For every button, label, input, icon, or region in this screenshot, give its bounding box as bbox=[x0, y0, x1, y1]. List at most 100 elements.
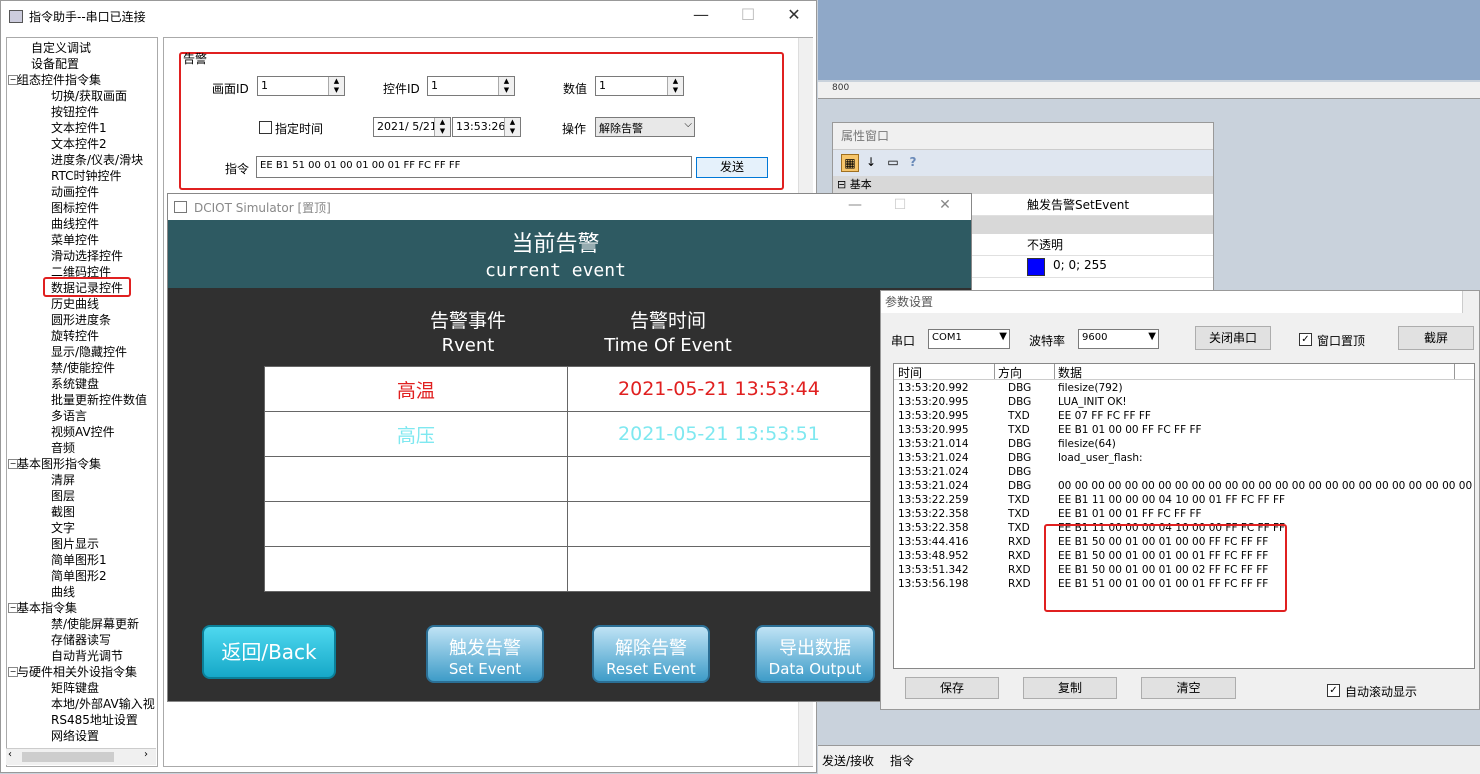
back-button[interactable]: 返回/Back bbox=[202, 625, 336, 679]
tree-item[interactable]: 图片显示 bbox=[51, 536, 99, 552]
col-dir-header[interactable]: 方向 bbox=[998, 364, 1022, 381]
tree-item[interactable]: 视频AV控件 bbox=[51, 424, 115, 440]
minimize-button[interactable]: — bbox=[686, 5, 716, 24]
simulator-minimize-button[interactable]: — bbox=[840, 197, 870, 213]
spin-up-icon[interactable]: ▲ bbox=[505, 118, 520, 127]
log-row[interactable]: 13:53:20.995 DBG LUA_INIT OK! bbox=[894, 396, 1474, 410]
tree-item[interactable]: 基本指令集 bbox=[17, 600, 77, 616]
operation-select[interactable]: 解除告警 ⌵ bbox=[595, 117, 695, 137]
tree-item[interactable]: 图层 bbox=[51, 488, 75, 504]
autoscroll-checkbox[interactable]: ✓ bbox=[1327, 684, 1340, 697]
log-row[interactable]: 13:53:20.995 TXD EE 07 FF FC FF FF bbox=[894, 410, 1474, 424]
tree-item[interactable]: 设备配置 bbox=[31, 56, 79, 72]
status-send-recv[interactable]: 发送/接收 bbox=[822, 752, 874, 769]
tree-item[interactable]: 菜单控件 bbox=[51, 232, 99, 248]
tree-item[interactable]: 历史曲线 bbox=[51, 296, 99, 312]
value-spinner[interactable]: 1 ▲ ▼ bbox=[595, 76, 684, 96]
send-button[interactable]: 发送 bbox=[696, 157, 768, 178]
maximize-button[interactable]: ☐ bbox=[733, 5, 763, 24]
spin-down-icon[interactable]: ▼ bbox=[435, 127, 450, 136]
tree-horizontal-scrollbar[interactable]: ‹ › bbox=[6, 748, 156, 765]
time-picker[interactable]: 13:53:26 ▲ ▼ bbox=[452, 117, 521, 137]
help-icon[interactable]: ? bbox=[905, 154, 921, 170]
baud-select[interactable]: 9600 ▼ bbox=[1078, 329, 1159, 349]
reset-event-button[interactable]: 解除告警 Reset Event bbox=[592, 625, 710, 683]
tree-item[interactable]: 文本控件2 bbox=[51, 136, 107, 152]
tree-item[interactable]: 进度条/仪表/滑块 bbox=[51, 152, 143, 168]
spin-up-icon[interactable]: ▲ bbox=[435, 118, 450, 127]
tree-item[interactable]: 简单图形2 bbox=[51, 568, 107, 584]
tree-item[interactable]: 按钮控件 bbox=[51, 104, 99, 120]
port-select[interactable]: COM1 ▼ bbox=[928, 329, 1010, 349]
tree-item[interactable]: 组态控件指令集 bbox=[17, 72, 101, 88]
categorized-icon[interactable]: ▦ bbox=[841, 154, 859, 172]
clear-button[interactable]: 清空 bbox=[1141, 677, 1236, 699]
tree-item[interactable]: 多语言 bbox=[51, 408, 87, 424]
copy-button[interactable]: 复制 bbox=[1023, 677, 1117, 699]
spin-up-icon[interactable]: ▲ bbox=[329, 77, 344, 86]
tree-item[interactable]: 基本图形指令集 bbox=[17, 456, 101, 472]
close-button[interactable]: ✕ bbox=[779, 5, 809, 24]
tree-item[interactable]: 曲线控件 bbox=[51, 216, 99, 232]
export-data-button[interactable]: 导出数据 Data Output bbox=[755, 625, 875, 683]
tree-item[interactable]: 本地/外部AV输入视 bbox=[51, 696, 155, 712]
spin-up-icon[interactable]: ▲ bbox=[499, 77, 514, 86]
tree-item[interactable]: 禁/使能控件 bbox=[51, 360, 115, 376]
tree-item[interactable]: 文字 bbox=[51, 520, 75, 536]
tree-item[interactable]: 系统键盘 bbox=[51, 376, 99, 392]
date-picker[interactable]: 2021/ 5/21 ▲ ▼ bbox=[373, 117, 451, 137]
tree-item[interactable]: 圆形进度条 bbox=[51, 312, 111, 328]
specify-time-checkbox[interactable] bbox=[259, 121, 272, 134]
spin-down-icon[interactable]: ▼ bbox=[505, 127, 520, 136]
tree-item[interactable]: 批量更新控件数值 bbox=[51, 392, 147, 408]
screenshot-button[interactable]: 截屏 bbox=[1398, 326, 1474, 350]
tree-item[interactable]: 矩阵键盘 bbox=[51, 680, 99, 696]
spin-down-icon[interactable]: ▼ bbox=[329, 86, 344, 95]
spin-down-icon[interactable]: ▼ bbox=[499, 86, 514, 95]
tree-item[interactable]: 文本控件1 bbox=[51, 120, 107, 136]
tree-item[interactable]: 旋转控件 bbox=[51, 328, 99, 344]
section-basic[interactable]: ⊟ 基本 bbox=[833, 176, 1213, 194]
tree-item[interactable]: 切换/获取画面 bbox=[51, 88, 127, 104]
log-list[interactable]: 时间 方向 数据 13:53:20.992 DBG filesize(792) 13:… bbox=[893, 363, 1475, 669]
property-pages-icon[interactable]: ▭ bbox=[885, 154, 901, 170]
sort-az-icon[interactable]: ↓ bbox=[863, 154, 879, 170]
log-row[interactable]: 13:53:21.024 DBG 00 00 00 00 00 00 00 00 0… bbox=[894, 480, 1474, 494]
log-row[interactable]: 13:53:20.992 DBG filesize(792) bbox=[894, 382, 1474, 396]
save-button[interactable]: 保存 bbox=[905, 677, 999, 699]
simulator-maximize-button[interactable]: ☐ bbox=[885, 197, 915, 213]
tree-item[interactable]: 显示/隐藏控件 bbox=[51, 344, 127, 360]
set-event-button[interactable]: 触发告警 Set Event bbox=[426, 625, 544, 683]
tree-item[interactable]: 存储器读写 bbox=[51, 632, 111, 648]
tree-item[interactable]: 网络设置 bbox=[51, 728, 99, 744]
command-input[interactable]: EE B1 51 00 01 00 01 00 01 FF FC FF FF bbox=[256, 156, 692, 178]
param-window-scroll[interactable] bbox=[1462, 291, 1479, 313]
screen-id-spinner[interactable]: 1 ▲ ▼ bbox=[257, 76, 345, 96]
log-row[interactable]: 13:53:21.014 DBG filesize(64) bbox=[894, 438, 1474, 452]
log-row[interactable]: 13:53:22.358 TXD EE B1 01 00 01 FF FC FF F… bbox=[894, 508, 1474, 522]
log-row[interactable]: 13:53:22.259 TXD EE B1 11 00 00 00 04 10 0… bbox=[894, 494, 1474, 508]
tree-item[interactable]: 自动背光调节 bbox=[51, 648, 123, 664]
log-row[interactable]: 13:53:21.024 DBG bbox=[894, 466, 1474, 480]
control-id-spinner[interactable]: 1 ▲ ▼ bbox=[427, 76, 515, 96]
tree-item[interactable]: 与硬件相关外设指令集 bbox=[17, 664, 137, 680]
tree-item[interactable]: RS485地址设置 bbox=[51, 712, 138, 728]
tree-item[interactable]: 图标控件 bbox=[51, 200, 99, 216]
tree-item[interactable]: 清屏 bbox=[51, 472, 75, 488]
log-row[interactable]: 13:53:20.995 TXD EE B1 01 00 00 FF FC FF F… bbox=[894, 424, 1474, 438]
tree-item[interactable]: 动画控件 bbox=[51, 184, 99, 200]
tree-item[interactable]: 自定义调试 bbox=[31, 40, 91, 56]
close-port-button[interactable]: 关闭串口 bbox=[1195, 326, 1271, 350]
tree-item[interactable]: 禁/使能屏幕更新 bbox=[51, 616, 139, 632]
spin-down-icon[interactable]: ▼ bbox=[668, 86, 683, 95]
col-time-header[interactable]: 时间 bbox=[898, 364, 922, 381]
tree-item[interactable]: 音频 bbox=[51, 440, 75, 456]
simulator-close-button[interactable]: ✕ bbox=[930, 197, 960, 213]
tree-item[interactable]: 截图 bbox=[51, 504, 75, 520]
scroll-thumb[interactable] bbox=[22, 752, 114, 762]
tree-item[interactable]: RTC时钟控件 bbox=[51, 168, 121, 184]
status-command[interactable]: 指令 bbox=[890, 752, 914, 769]
spin-up-icon[interactable]: ▲ bbox=[668, 77, 683, 86]
tree-item[interactable]: 曲线 bbox=[51, 584, 75, 600]
log-row[interactable]: 13:53:21.024 DBG load_user_flash: bbox=[894, 452, 1474, 466]
